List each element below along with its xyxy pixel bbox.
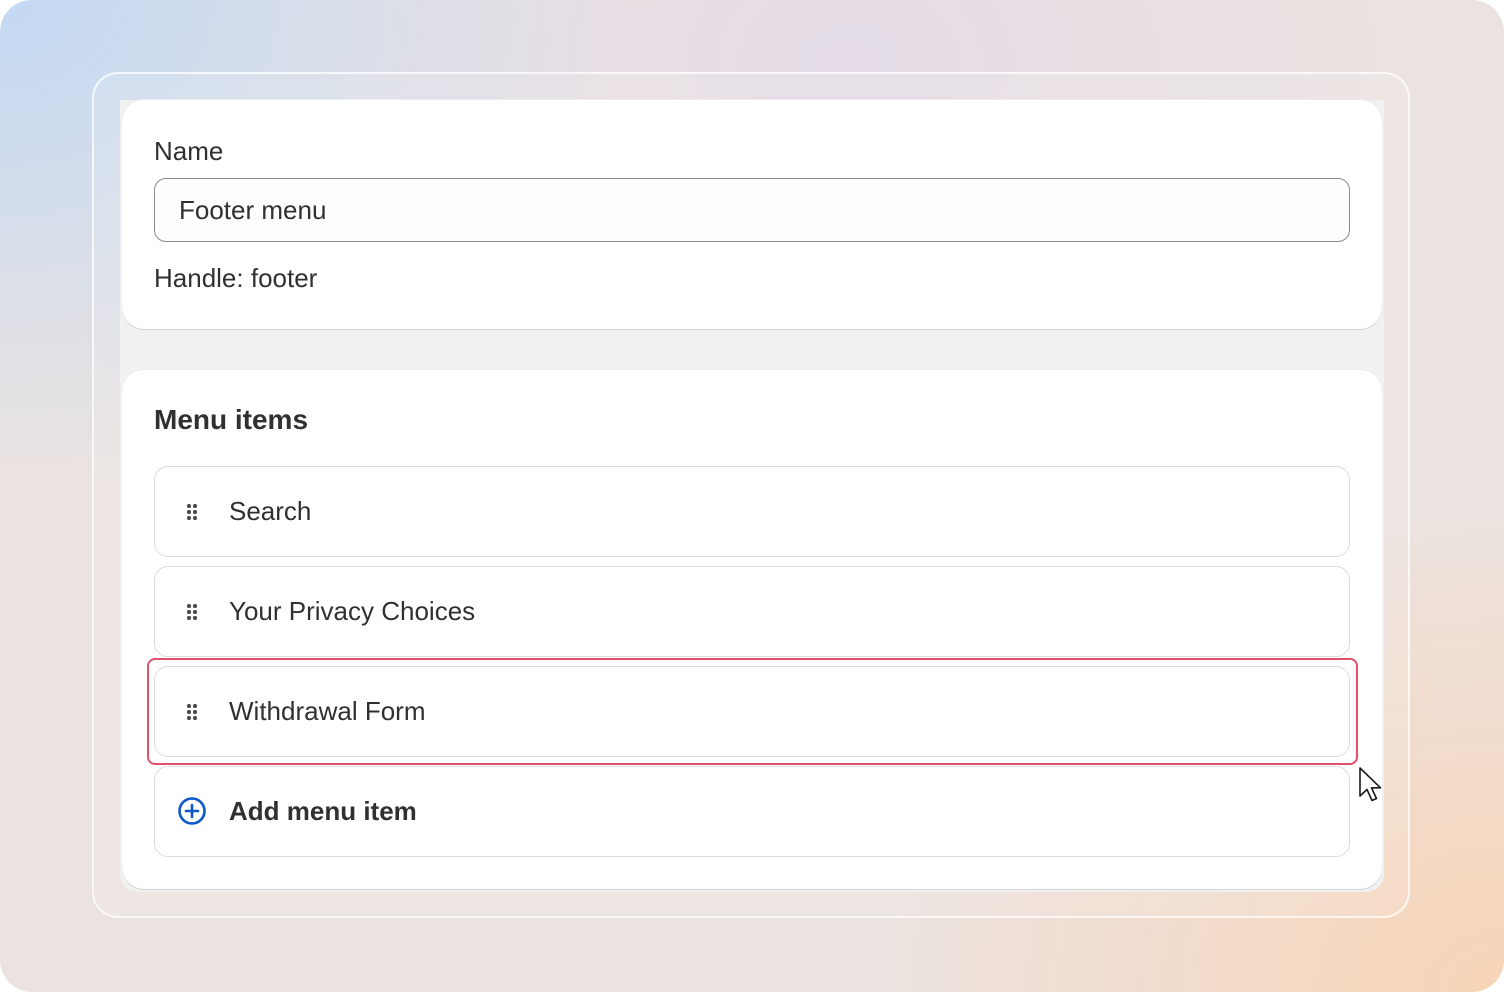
- add-menu-item-label: Add menu item: [229, 796, 417, 826]
- plus-circle-icon: [178, 797, 206, 825]
- add-menu-item-button[interactable]: Add menu item: [154, 766, 1350, 857]
- handle-text: Handle: footer: [154, 263, 318, 293]
- mouse-cursor-icon: [1359, 767, 1382, 802]
- drag-handle-icon[interactable]: [187, 504, 197, 520]
- drag-handle-icon[interactable]: [187, 604, 197, 620]
- name-input[interactable]: [154, 178, 1350, 242]
- menu-item-withdrawal-form[interactable]: Withdrawal Form: [154, 666, 1350, 757]
- menu-item-label: Search: [229, 496, 312, 526]
- drag-handle-icon[interactable]: [187, 704, 197, 720]
- menu-item-label: Withdrawal Form: [229, 696, 426, 726]
- menu-item-label: Your Privacy Choices: [229, 596, 476, 626]
- name-label: Name: [154, 136, 224, 166]
- menu-items-title: Menu items: [154, 404, 309, 435]
- menu-item-search[interactable]: Search: [154, 466, 1350, 557]
- menu-item-your-privacy-choices[interactable]: Your Privacy Choices: [154, 566, 1350, 657]
